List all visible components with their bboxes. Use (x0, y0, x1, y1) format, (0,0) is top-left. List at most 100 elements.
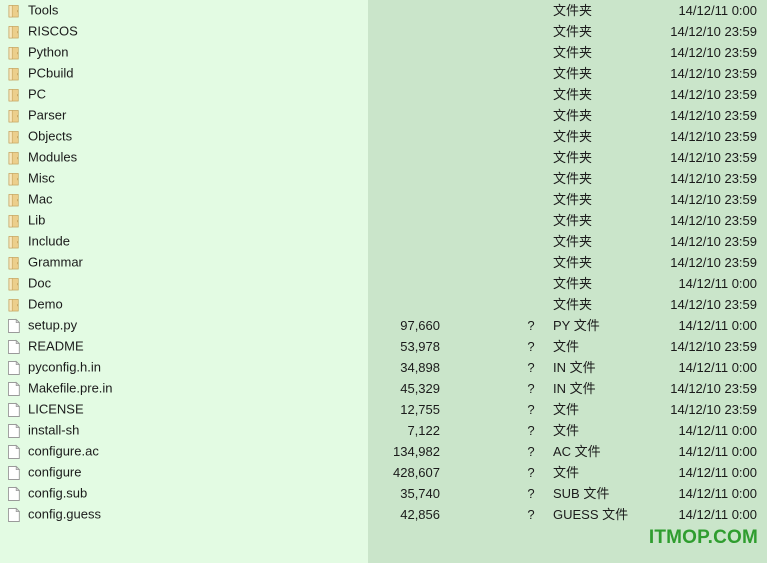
file-icon (6, 402, 22, 418)
folder-icon (6, 171, 22, 187)
file-name-cell[interactable]: Objects (6, 126, 72, 147)
file-name-label: Makefile.pre.in (28, 380, 113, 396)
file-row[interactable]: configure 428,607? 文件 14/12/11 0:00 (0, 462, 767, 483)
file-size-cell (300, 189, 440, 210)
folder-icon (6, 66, 22, 82)
file-name-cell[interactable]: Lib (6, 210, 45, 231)
file-unknown-cell: ? (527, 360, 535, 375)
file-size-cell: 134,982 (393, 444, 440, 459)
file-size-cell: 97,660 (400, 318, 440, 333)
file-name-cell[interactable]: Doc (6, 273, 51, 294)
file-type-cell: IN 文件 (553, 381, 596, 396)
file-name-cell[interactable]: Demo (6, 294, 63, 315)
file-row[interactable]: Doc 文件夹 14/12/11 0:00 (0, 273, 767, 294)
file-row[interactable]: setup.py 97,660? PY 文件 14/12/11 0:00 (0, 315, 767, 336)
file-row[interactable]: Tools 文件夹 14/12/11 0:00 (0, 0, 767, 21)
file-type-cell: 文件夹 (553, 24, 593, 39)
file-row[interactable]: PC 文件夹 14/12/10 23:59 (0, 84, 767, 105)
folder-icon (6, 45, 22, 61)
file-name-cell[interactable]: Makefile.pre.in (6, 378, 113, 399)
folder-icon (6, 213, 22, 229)
file-row[interactable]: Modules 文件夹 14/12/10 23:59 (0, 147, 767, 168)
file-size-cell (300, 105, 440, 126)
file-name-cell[interactable]: config.sub (6, 483, 87, 504)
file-row[interactable]: Objects 文件夹 14/12/10 23:59 (0, 126, 767, 147)
file-name-label: install-sh (28, 422, 80, 438)
file-date-cell: 14/12/10 23:59 (670, 297, 757, 312)
file-name-cell[interactable]: Python (6, 42, 68, 63)
file-name-label: LICENSE (28, 401, 84, 417)
file-date-cell: 14/12/11 0:00 (678, 318, 757, 333)
file-date-cell: 14/12/10 23:59 (670, 108, 757, 123)
file-size-cell (300, 231, 440, 252)
folder-icon (6, 150, 22, 166)
file-unknown-cell: ? (527, 507, 535, 522)
file-row[interactable]: PCbuild 文件夹 14/12/10 23:59 (0, 63, 767, 84)
file-name-cell[interactable]: config.guess (6, 504, 101, 525)
file-row[interactable]: Parser 文件夹 14/12/10 23:59 (0, 105, 767, 126)
file-type-cell: 文件夹 (553, 108, 593, 123)
file-date-cell: 14/12/10 23:59 (670, 213, 757, 228)
file-type-cell: AC 文件 (553, 444, 601, 459)
file-name-cell[interactable]: PC (6, 84, 46, 105)
file-name-label: PCbuild (28, 65, 74, 81)
file-type-cell: IN 文件 (553, 360, 596, 375)
file-unknown-cell: ? (527, 423, 535, 438)
file-row[interactable]: RISCOS 文件夹 14/12/10 23:59 (0, 21, 767, 42)
file-name-cell[interactable]: PCbuild (6, 63, 74, 84)
file-size-cell: 7,122 (407, 423, 440, 438)
file-row[interactable]: install-sh 7,122? 文件 14/12/11 0:00 (0, 420, 767, 441)
file-explorer-pane: Tools 文件夹 14/12/11 0:00 RISCOS 文件夹 14/12/10 2… (0, 0, 767, 563)
file-row[interactable]: Mac 文件夹 14/12/10 23:59 (0, 189, 767, 210)
file-size-cell (300, 0, 440, 21)
file-row[interactable]: pyconfig.h.in 34,898? IN 文件 14/12/11 0:00 (0, 357, 767, 378)
file-name-cell[interactable]: README (6, 336, 84, 357)
file-unknown-cell (524, 21, 538, 42)
file-name-cell[interactable]: RISCOS (6, 21, 78, 42)
file-size-cell (300, 168, 440, 189)
file-type-cell: 文件夹 (553, 87, 593, 102)
file-name-cell[interactable]: install-sh (6, 420, 79, 441)
file-name-cell[interactable]: Include (6, 231, 70, 252)
file-row[interactable]: Grammar 文件夹 14/12/10 23:59 (0, 252, 767, 273)
file-name-label: Include (28, 233, 70, 249)
file-name-cell[interactable]: configure (6, 462, 81, 483)
file-type-cell: 文件 (553, 423, 580, 438)
file-row[interactable]: Makefile.pre.in 45,329? IN 文件 14/12/10 23:5… (0, 378, 767, 399)
file-list[interactable]: Tools 文件夹 14/12/11 0:00 RISCOS 文件夹 14/12/10 2… (0, 0, 767, 563)
file-name-label: Python (28, 44, 69, 60)
file-name-cell[interactable]: Misc (6, 168, 55, 189)
file-row[interactable]: Python 文件夹 14/12/10 23:59 (0, 42, 767, 63)
file-name-cell[interactable]: Modules (6, 147, 77, 168)
file-name-cell[interactable]: configure.ac (6, 441, 99, 462)
file-date-cell: 14/12/10 23:59 (670, 66, 757, 81)
file-name-cell[interactable]: setup.py (6, 315, 77, 336)
file-name-label: configure.ac (28, 443, 99, 459)
file-row[interactable]: Misc 文件夹 14/12/10 23:59 (0, 168, 767, 189)
file-size-cell (300, 147, 440, 168)
file-name-label: Grammar (28, 254, 83, 270)
file-row[interactable]: Lib 文件夹 14/12/10 23:59 (0, 210, 767, 231)
file-row[interactable]: config.guess 42,856? GUESS 文件 14/12/11 0:00 (0, 504, 767, 525)
file-icon (6, 318, 22, 334)
file-date-cell: 14/12/10 23:59 (670, 171, 757, 186)
file-unknown-cell (524, 105, 538, 126)
file-date-cell: 14/12/10 23:59 (670, 339, 757, 354)
file-row[interactable]: README 53,978? 文件 14/12/10 23:59 (0, 336, 767, 357)
folder-icon (6, 87, 22, 103)
file-row[interactable]: Include 文件夹 14/12/10 23:59 (0, 231, 767, 252)
file-name-cell[interactable]: Tools (6, 0, 58, 21)
file-type-cell: 文件夹 (553, 276, 593, 291)
file-name-cell[interactable]: Grammar (6, 252, 83, 273)
file-date-cell: 14/12/11 0:00 (678, 3, 757, 18)
file-row[interactable]: Demo 文件夹 14/12/10 23:59 (0, 294, 767, 315)
file-name-cell[interactable]: pyconfig.h.in (6, 357, 101, 378)
file-row[interactable]: LICENSE 12,755? 文件 14/12/10 23:59 (0, 399, 767, 420)
file-name-cell[interactable]: Mac (6, 189, 53, 210)
file-row[interactable]: config.sub 35,740? SUB 文件 14/12/11 0:00 (0, 483, 767, 504)
file-name-cell[interactable]: LICENSE (6, 399, 84, 420)
file-type-cell: 文件 (553, 402, 580, 417)
file-unknown-cell (524, 147, 538, 168)
file-row[interactable]: configure.ac 134,982? AC 文件 14/12/11 0:00 (0, 441, 767, 462)
file-name-cell[interactable]: Parser (6, 105, 66, 126)
